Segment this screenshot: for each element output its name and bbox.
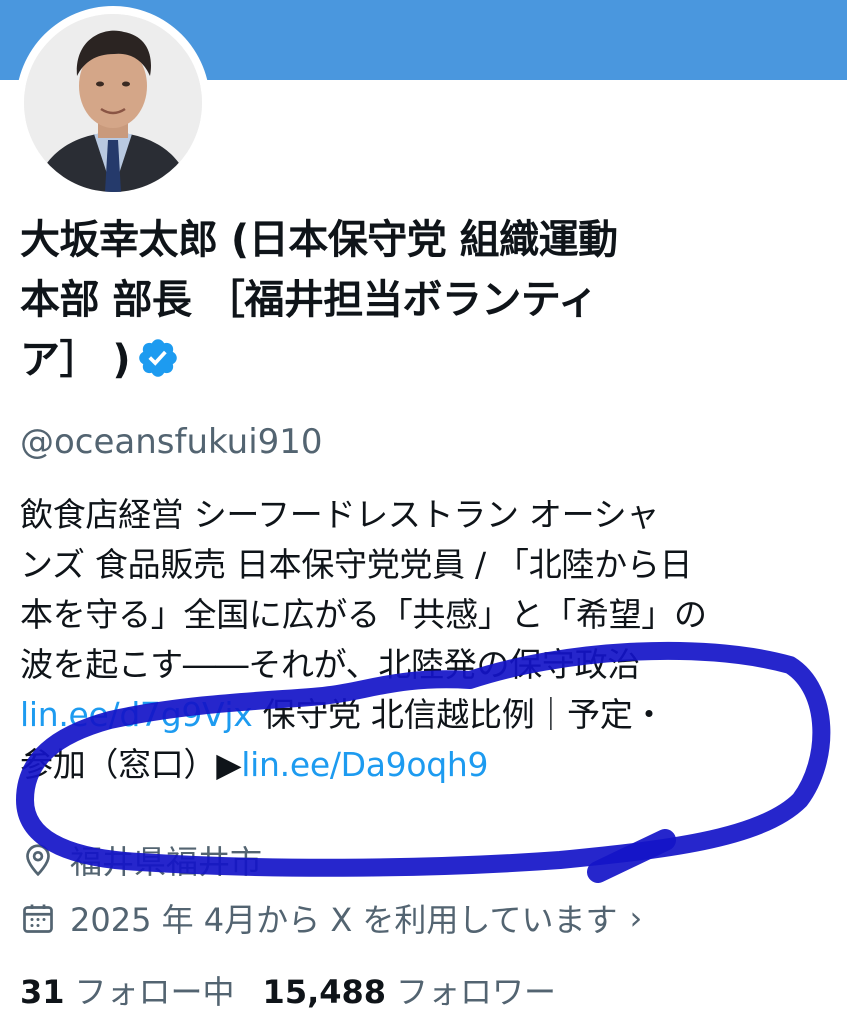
joined-text: 2025 年 4月から X を利用しています [70,901,618,939]
bio-line: lin.ee/d7g9Vjx 保守党 北信越比例｜予定・ [20,690,830,740]
profile-location: 福井県福井市 [20,836,262,884]
display-name-line: 大坂幸太郎 (日本保守党 組織運動 [20,217,618,263]
bio-line: 本を守る」全国に広がる「共感」と「希望」の [20,595,707,634]
follow-stats: 31 フォロー中 15,488 フォロワー [20,962,584,1018]
location-pin-icon [26,844,50,877]
bio-link-line-official[interactable]: lin.ee/d7g9Vjx [20,695,253,734]
profile-handle: @oceansfukui910 [20,422,323,462]
calendar-icon [23,904,53,933]
profile-display-name: 大坂幸太郎 (日本保守党 組織運動 本部 部長 ［福井担当ボランティ ア］ ) [20,210,830,390]
bio-link-contact[interactable]: lin.ee/Da9oqh9 [241,745,488,784]
bio-line: 参加（窓口）▶lin.ee/Da9oqh9 [20,740,830,790]
location-text: 福井県福井市 [70,843,263,881]
bio-text: 参加（窓口）▶ [20,745,242,784]
followers-label: フォロワー [396,973,557,1011]
following-label: フォロー中 [74,973,235,1011]
display-name-line: ア］ ) [20,330,830,390]
following-count: 31 [20,973,65,1011]
followers-count: 15,488 [262,973,387,1011]
bio-text: 保守党 北信越比例｜予定・ [252,695,666,734]
followers-link[interactable]: 15,488 フォロワー [263,967,557,1013]
bio-line: 飲食店経営 シーフードレストラン オーシャ [20,495,660,534]
following-link[interactable]: 31 フォロー中 [20,967,235,1013]
avatar-photo [24,14,202,192]
profile-bio: 飲食店経営 シーフードレストラン オーシャ ンズ 食品販売 日本保守党党員 / … [20,490,830,790]
bio-line: 波を起こす――それが、北陸発の保守政治 [20,645,640,684]
joined-date-row[interactable]: 2025 年 4月から X を利用しています › [20,894,642,942]
chevron-right-icon: › [629,899,643,937]
verified-badge-icon[interactable] [136,336,180,380]
bio-line: ンズ 食品販売 日本保守党党員 / 「北陸から日 [20,545,693,584]
display-name-line: 本部 部長 ［福井担当ボランティ [20,277,598,323]
display-name-line-text: ア］ ) [20,337,131,383]
avatar[interactable] [24,14,202,192]
